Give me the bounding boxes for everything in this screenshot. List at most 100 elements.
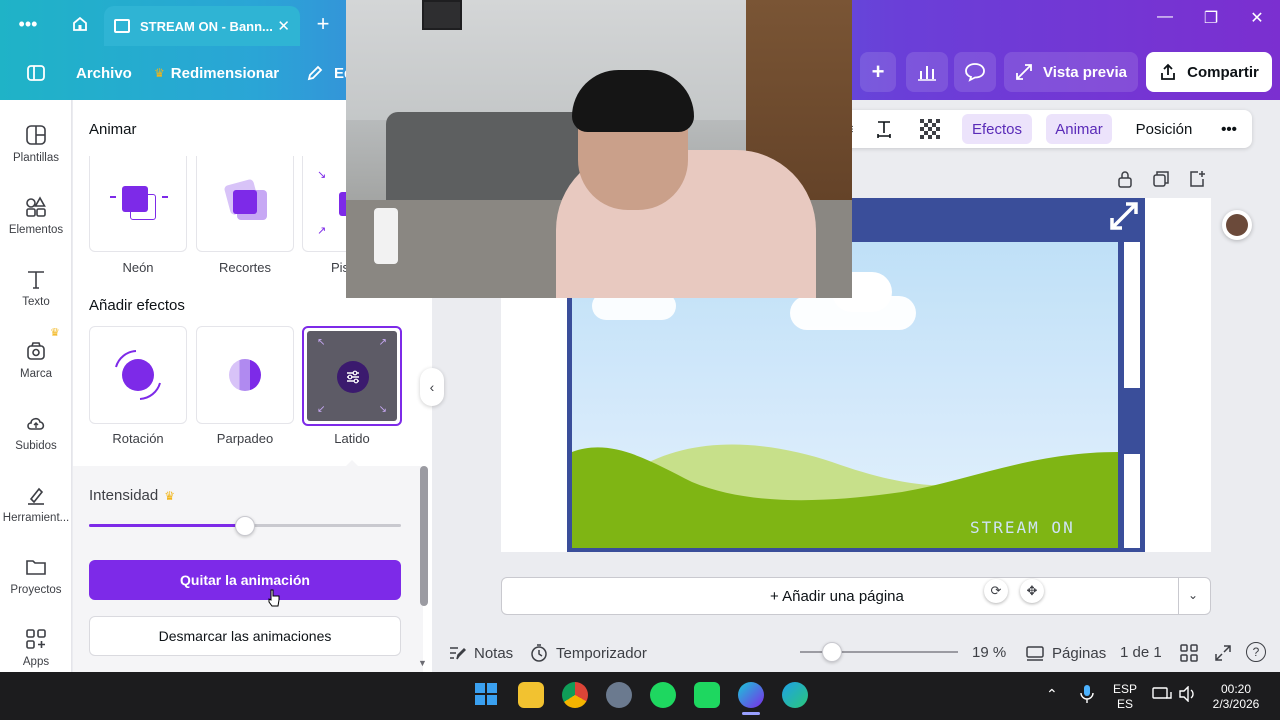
home-icon[interactable] (62, 6, 98, 42)
position-button[interactable]: Posición (1126, 114, 1202, 144)
intensity-crown-icon: ♛ (164, 488, 175, 503)
transparency-icon[interactable] (916, 114, 944, 144)
page-count: 1 de 1 (1120, 644, 1162, 661)
file-explorer-icon[interactable] (518, 682, 544, 708)
microphone-icon[interactable] (1080, 684, 1094, 707)
windows-start-icon[interactable] (474, 682, 500, 708)
floor-arrow-icon-2: ↗ (317, 225, 327, 237)
menu-dots-label: ••• (18, 13, 38, 34)
timer-button[interactable]: Temporizador (530, 644, 647, 662)
mouse-cursor-icon (268, 589, 280, 607)
help-icon[interactable]: ? (1246, 642, 1266, 662)
spotify-icon[interactable] (650, 682, 676, 708)
collapse-panel-button[interactable]: ‹ (420, 368, 444, 406)
add-page-button[interactable]: + Añadir una página (770, 588, 904, 605)
neon-glow-mark-right (162, 196, 168, 198)
new-tab-button[interactable]: + (305, 6, 341, 42)
insights-button[interactable] (906, 52, 948, 92)
ai-assistant-avatar[interactable] (1222, 210, 1252, 240)
resize-button[interactable]: ♛ Redimensionar (154, 58, 279, 88)
scroll-down-arrow-icon[interactable]: ▼ (418, 658, 427, 668)
settings-sliders-icon (337, 361, 369, 393)
text-spacing-icon[interactable] (870, 114, 898, 144)
blink-preview-circle (229, 359, 261, 391)
volume-icon[interactable] (1178, 685, 1196, 705)
effect-card-neon[interactable] (89, 156, 187, 252)
rail-item-apps[interactable]: Apps (0, 628, 72, 668)
fullscreen-icon[interactable] (1214, 644, 1232, 667)
pages-button[interactable]: Páginas (1026, 644, 1106, 662)
toggle-panel-icon[interactable] (26, 58, 46, 88)
text-icon (28, 271, 44, 289)
effect-card-heartbeat[interactable]: ↖ ↗ ↙ ↘ (302, 326, 402, 426)
heartbeat-preview-bg: ↖ ↗ ↙ ↘ (307, 331, 397, 421)
grid-view-icon[interactable] (1180, 644, 1198, 667)
animate-button[interactable]: Animar (1046, 114, 1112, 144)
rail-item-projects[interactable]: Proyectos (0, 556, 72, 596)
effect-card-cutouts[interactable] (196, 156, 294, 252)
stream-on-text[interactable]: STREAM ON (970, 518, 1075, 537)
corner-arrow-icon-bl: ↙ (317, 404, 326, 415)
tray-chevron-up-icon[interactable]: ⌃ (1046, 686, 1058, 703)
preview-button[interactable]: Vista previa (1004, 52, 1138, 92)
window-close-button[interactable]: ✕ (1242, 8, 1272, 28)
effects-section-title: Añadir efectos (89, 297, 185, 314)
add-collaborator-button[interactable]: + (860, 52, 896, 92)
rail-item-tools[interactable]: Herramient... (0, 484, 72, 524)
rail-item-uploads[interactable]: Subidos (0, 412, 72, 452)
window-minimize-button[interactable]: — (1150, 8, 1180, 26)
intensity-label-text: Intensidad (89, 487, 159, 504)
rail-label-elements: Elementos (8, 224, 64, 236)
panel-scrollbar[interactable] (420, 466, 428, 606)
rail-label-tools: Herramient... (2, 512, 70, 524)
duplicate-page-icon[interactable] (1152, 170, 1170, 188)
rail-item-brand[interactable]: Marca (0, 340, 72, 380)
canva-icon[interactable] (738, 682, 764, 708)
move-icon[interactable]: ✥ (1020, 579, 1044, 603)
remove-animation-button[interactable]: Quitar la animación (89, 560, 401, 600)
crown-icon: ♛ (154, 66, 165, 80)
brand-crown-icon: ♛ (50, 327, 60, 339)
webcam-overlay (346, 0, 852, 298)
rail-item-elements[interactable]: Elementos (0, 196, 72, 236)
chrome-icon[interactable] (562, 682, 588, 708)
unmark-animations-button[interactable]: Desmarcar las animaciones (89, 616, 401, 656)
tab-close-icon[interactable]: ✕ (277, 17, 290, 35)
intensity-slider-knob[interactable] (235, 516, 255, 536)
file-menu-button[interactable]: Archivo (76, 58, 132, 88)
floor-arrow-icon: ↘ (317, 169, 327, 181)
zoom-slider-knob[interactable] (822, 642, 842, 662)
comments-button[interactable] (954, 52, 996, 92)
upload-share-icon (1161, 63, 1176, 80)
network-icon[interactable] (1152, 686, 1172, 705)
zoom-level[interactable]: 19 % (972, 644, 1006, 661)
add-page-dropdown-chevron-icon[interactable]: ⌄ (1188, 588, 1198, 602)
menu-dots-icon[interactable]: ••• (10, 6, 46, 42)
clock[interactable]: 00:20 2/3/2026 (1206, 682, 1266, 712)
effects-button[interactable]: Efectos (962, 114, 1032, 144)
intensity-pointer (345, 460, 359, 467)
settings-gear-icon[interactable] (606, 682, 632, 708)
share-button[interactable]: Compartir (1146, 52, 1272, 92)
lock-icon[interactable] (1116, 170, 1134, 188)
corner-arrow-icon-br: ↘ (378, 404, 387, 415)
effect-label-blink: Parpadeo (216, 431, 274, 446)
effect-card-floor[interactable]: ↘ ↗ (302, 156, 352, 252)
more-options-icon[interactable]: ••• (1214, 114, 1244, 144)
uploads-icon (27, 417, 45, 430)
rail-item-text[interactable]: Texto (0, 268, 72, 308)
rail-item-templates[interactable]: Plantillas (0, 124, 72, 164)
rail-label-apps: Apps (22, 656, 50, 668)
window-maximize-button[interactable]: ❐ (1196, 8, 1226, 28)
effect-card-rotation[interactable] (89, 326, 187, 424)
rotate-icon[interactable]: ⟳ (984, 579, 1008, 603)
timer-icon (531, 644, 547, 662)
effect-card-blink[interactable] (196, 326, 294, 424)
edge-icon[interactable] (782, 682, 808, 708)
browser-tab-active[interactable]: STREAM ON - Bann... ✕ (104, 6, 300, 46)
neon-glow-mark-left (110, 196, 116, 198)
language-indicator[interactable]: ESP ES (1108, 682, 1142, 712)
messaging-app-icon[interactable] (694, 682, 720, 708)
add-page-icon[interactable] (1188, 170, 1206, 188)
notes-button[interactable]: Notas (448, 644, 513, 662)
